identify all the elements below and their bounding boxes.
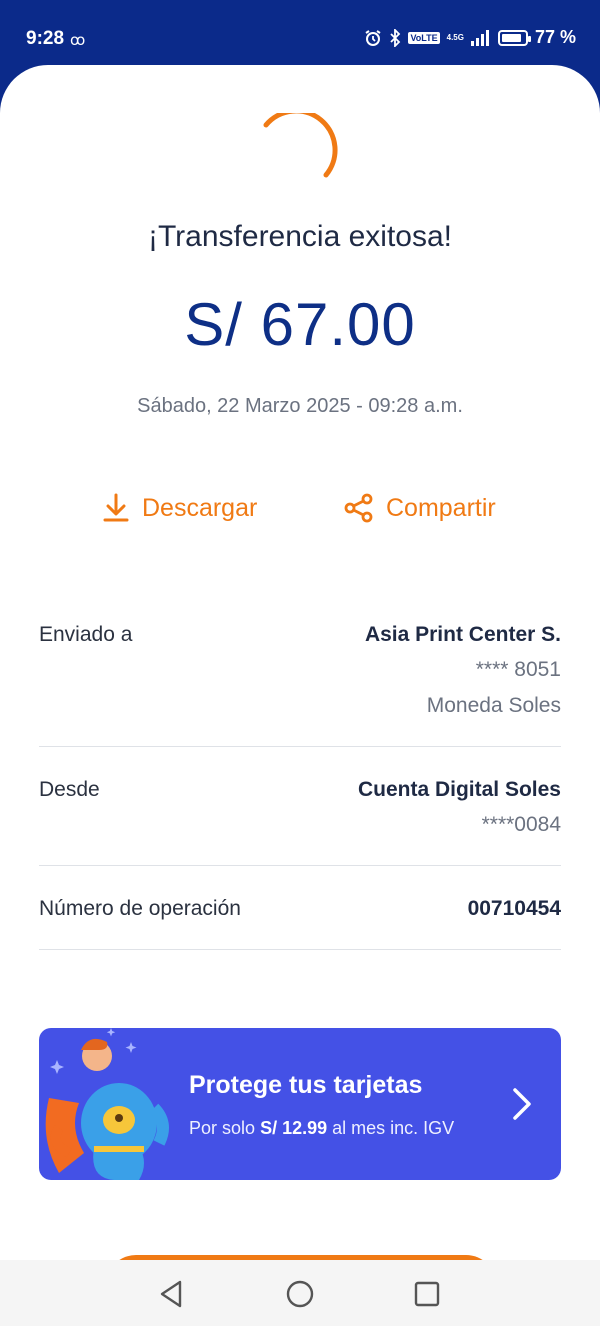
download-button[interactable]: Descargar	[102, 493, 257, 523]
signal-icon	[470, 29, 489, 46]
recipient-name: Asia Print Center S.	[364, 623, 561, 646]
battery-percent: 77 %	[534, 27, 576, 47]
back-icon[interactable]	[156, 1278, 188, 1310]
divider	[39, 949, 561, 950]
alarm-icon	[365, 29, 382, 46]
from-label: Desde	[39, 778, 100, 801]
operation-number: 00710454	[467, 897, 561, 920]
promo-title: Protege tus tarjetas	[189, 1071, 423, 1099]
source-account-name: Cuenta Digital Soles	[357, 778, 561, 801]
divider	[39, 746, 561, 747]
promo-prefix: Por solo	[189, 1118, 256, 1138]
transfer-date: Sábado, 22 Marzo 2025 - 09:28 a.m.	[137, 395, 463, 417]
chevron-right-icon	[513, 1088, 531, 1120]
promo-price: S/ 12.99	[260, 1118, 328, 1138]
share-button[interactable]: Compartir	[344, 493, 496, 523]
share-label: Compartir	[386, 493, 496, 522]
network-type: 4.5G	[446, 32, 464, 42]
bluetooth-icon	[390, 28, 401, 47]
loading-spinner-icon	[263, 113, 338, 178]
home-icon[interactable]	[284, 1278, 316, 1310]
receipt-sheet: ¡Transferencia exitosa! S/ 67.00 Sábado,…	[0, 65, 600, 1326]
battery-icon	[497, 29, 531, 46]
download-label: Descargar	[142, 493, 258, 522]
sent-to-label: Enviado a	[39, 623, 133, 646]
operation-label: Número de operación	[39, 897, 241, 920]
protect-cards-banner[interactable]: Protege tus tarjetas Por solo S/ 12.99 a…	[39, 1028, 561, 1180]
source-account-number: ****0084	[481, 813, 561, 836]
transfer-amount: S/ 67.00	[184, 291, 416, 358]
superhero-illustration	[45, 1028, 169, 1180]
volte-badge: VoLTE	[408, 31, 440, 44]
success-title: ¡Transferencia exitosa!	[147, 220, 452, 253]
recipient-account: **** 8051	[475, 658, 561, 681]
promo-suffix: al mes inc. IGV	[332, 1118, 455, 1138]
promo-subtitle: Por solo S/ 12.99 al mes inc. IGV	[189, 1118, 454, 1139]
voicemail-icon: ꝏ	[70, 32, 86, 49]
share-icon	[344, 493, 373, 523]
download-icon	[103, 493, 129, 522]
system-nav-bar	[0, 1260, 600, 1326]
system-icons: VoLTE 4.5G 77 %	[364, 27, 576, 48]
status-time: 9:28	[26, 28, 65, 49]
recents-icon[interactable]	[411, 1278, 443, 1310]
recipient-currency: Moneda Soles	[426, 694, 561, 717]
divider	[39, 865, 561, 866]
